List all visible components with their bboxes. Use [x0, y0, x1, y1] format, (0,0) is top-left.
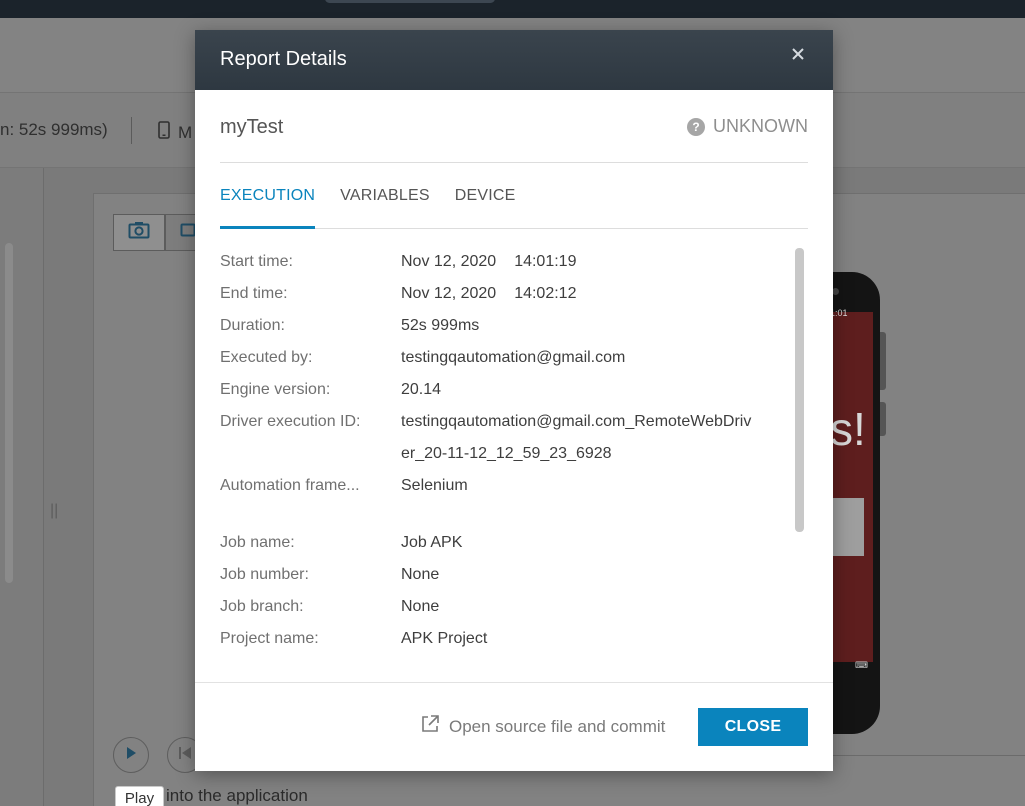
- status-text: UNKNOWN: [713, 116, 808, 136]
- phone-side-button: [880, 332, 886, 390]
- detail-date: Nov 12, 2020: [401, 253, 497, 270]
- info-bar-separator: [131, 117, 132, 144]
- detail-row-project-name: Project name: APK Project: [220, 623, 790, 655]
- camera-icon: [128, 221, 150, 244]
- background-device-label: M: [158, 121, 192, 144]
- steps-scrollbar[interactable]: [5, 243, 13, 583]
- detail-value: Selenium: [401, 477, 468, 494]
- detail-label: Engine version:: [220, 381, 331, 398]
- screenshot-view-button[interactable]: [113, 214, 165, 251]
- detail-value: None: [401, 598, 440, 615]
- detail-value: 52s 999ms: [401, 317, 480, 334]
- phone-side-button: [880, 402, 886, 436]
- playback-controls: [113, 737, 203, 773]
- status-badge: ? UNKNOWN: [687, 116, 808, 137]
- detail-time: 14:02:12: [514, 285, 577, 302]
- detail-label: Job branch:: [220, 598, 304, 615]
- execution-details: Start time: Nov 12, 2020 14:01:19 End tim…: [220, 246, 790, 655]
- report-details-dialog: Report Details myTest ? UNKNOWN EXECUTIO…: [195, 30, 833, 771]
- app-top-bar: [0, 0, 1025, 18]
- detail-spacer: [220, 502, 790, 527]
- detail-time: 14:01:19: [514, 253, 577, 270]
- detail-value: testingqautomation@gmail.com: [401, 349, 626, 366]
- detail-label: Project name:: [220, 630, 319, 647]
- detail-value: Nov 12, 2020 14:02:12: [401, 278, 576, 310]
- detail-value: APK Project: [401, 630, 488, 647]
- play-tooltip: Play: [115, 786, 164, 806]
- external-link-icon: [420, 714, 440, 739]
- mobile-device-icon: [158, 121, 170, 144]
- close-icon: [792, 47, 804, 65]
- open-source-label: Open source file and commit: [449, 716, 666, 736]
- phone-screen-button: [830, 498, 864, 556]
- detail-label: Job name:: [220, 534, 295, 551]
- play-icon: [125, 746, 137, 765]
- phone-screen-text: s!: [830, 403, 866, 455]
- dialog-close-x-button[interactable]: [787, 45, 809, 67]
- detail-row-job-number: Job number: None: [220, 559, 790, 591]
- detail-value: 20.14: [401, 381, 442, 398]
- detail-value: er_20-11-12_12_59_23_6928: [401, 445, 612, 462]
- detail-row-start-time: Start time: Nov 12, 2020 14:01:19: [220, 246, 790, 278]
- detail-label: Duration:: [220, 317, 285, 334]
- detail-label: Start time:: [220, 253, 293, 270]
- detail-row-automation-framework: Automation frame... Selenium: [220, 470, 790, 502]
- phone-status-time: 1:01: [830, 308, 848, 318]
- detail-label: End time:: [220, 285, 288, 302]
- detail-label-empty: [220, 438, 401, 470]
- timeline-line: [830, 755, 1025, 756]
- detail-row-duration: Duration: 52s 999ms: [220, 310, 790, 342]
- step-description: into the application: [166, 786, 308, 805]
- pane-splitter[interactable]: ||: [50, 502, 58, 520]
- detail-label: Automation frame...: [220, 477, 360, 494]
- dialog-title: Report Details: [220, 48, 347, 70]
- detail-value: Nov 12, 2020 14:01:19: [401, 246, 576, 278]
- play-button[interactable]: [113, 737, 149, 773]
- phone-camera: [832, 288, 839, 295]
- test-name: myTest: [220, 116, 284, 138]
- detail-value: Job APK: [401, 534, 463, 551]
- detail-date: Nov 12, 2020: [401, 285, 497, 302]
- open-source-link[interactable]: Open source file and commit: [420, 714, 665, 739]
- keyboard-icon: ⌨: [855, 660, 868, 670]
- detail-value: testingqautomation@gmail.com_RemoteWebDr…: [401, 413, 752, 430]
- question-icon: ?: [687, 117, 705, 136]
- detail-row-job-branch: Job branch: None: [220, 591, 790, 623]
- detail-row-driver-execution-id-cont: er_20-11-12_12_59_23_6928: [220, 438, 790, 470]
- close-button[interactable]: CLOSE: [698, 708, 808, 746]
- skip-back-icon: [178, 746, 192, 765]
- detail-label: Driver execution ID:: [220, 413, 361, 430]
- details-scrollbar[interactable]: [795, 248, 804, 532]
- background-duration-text: n: 52s 999ms): [0, 120, 108, 139]
- tab-execution[interactable]: EXECUTION: [220, 163, 316, 229]
- detail-row-driver-execution-id: Driver execution ID: testingqautomation@…: [220, 406, 790, 438]
- detail-value: None: [401, 566, 440, 583]
- tab-device[interactable]: DEVICE: [455, 163, 516, 228]
- dialog-footer-divider: [195, 682, 833, 683]
- top-bar-pill: [325, 0, 495, 3]
- dialog-tabs: EXECUTION VARIABLES DEVICE: [220, 163, 808, 229]
- detail-label: Job number:: [220, 566, 309, 583]
- tab-variables[interactable]: VARIABLES: [340, 163, 430, 228]
- dialog-header: Report Details: [195, 30, 833, 90]
- detail-label: Executed by:: [220, 349, 313, 366]
- detail-row-job-name: Job name: Job APK: [220, 527, 790, 559]
- detail-row-engine-version: Engine version: 20.14: [220, 374, 790, 406]
- detail-row-end-time: End time: Nov 12, 2020 14:02:12: [220, 278, 790, 310]
- detail-row-executed-by: Executed by: testingqautomation@gmail.co…: [220, 342, 790, 374]
- device-name-text: M: [178, 122, 193, 142]
